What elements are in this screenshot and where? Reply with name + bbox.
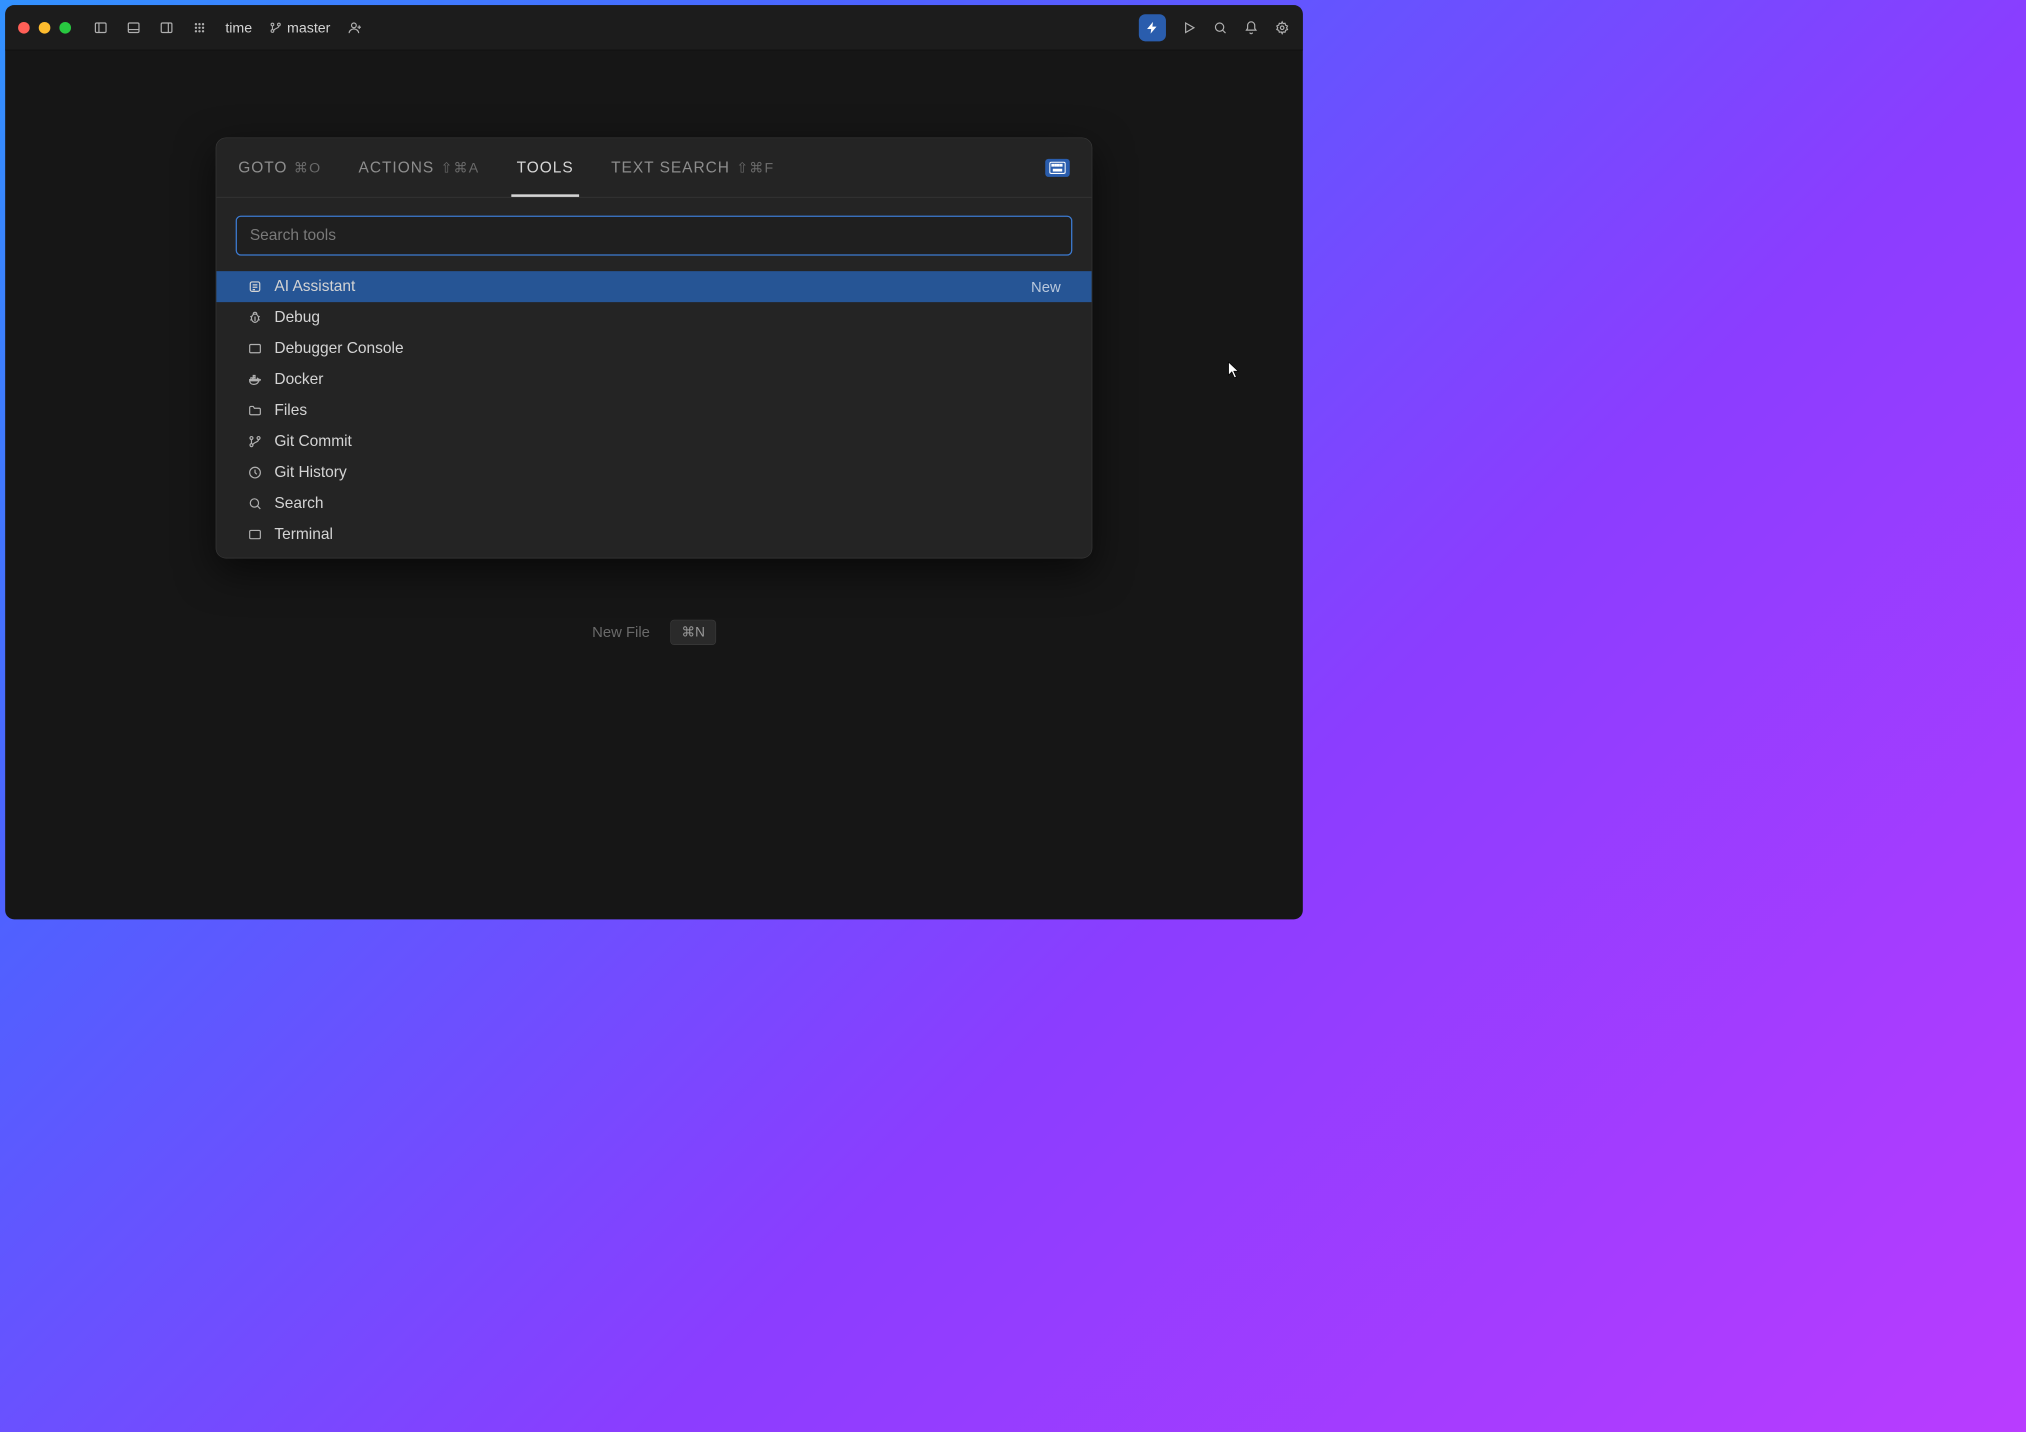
results-list: AI Assistant New Debug Debugger Console (216, 256, 1091, 558)
git-branch-icon (269, 21, 282, 34)
grid-menu-icon[interactable] (192, 20, 207, 35)
search-button-icon[interactable] (1212, 20, 1227, 35)
result-git-commit[interactable]: Git Commit (216, 426, 1091, 457)
tab-goto[interactable]: GOTO ⌘O (238, 138, 321, 197)
new-file-shortcut: ⌘N (671, 620, 716, 645)
settings-icon[interactable] (1274, 20, 1289, 35)
tab-text-search[interactable]: TEXT SEARCH ⇧⌘F (611, 138, 774, 197)
notifications-icon[interactable] (1243, 20, 1258, 35)
result-search[interactable]: Search (216, 488, 1091, 519)
result-label: Git Commit (274, 433, 351, 451)
keyboard-shortcuts-icon[interactable] (1045, 158, 1070, 176)
tab-actions[interactable]: ACTIONS ⇧⌘A (359, 138, 480, 197)
main-content: New File ⌘N GOTO ⌘O ACTIONS ⇧⌘A TOOLS TE… (5, 50, 1303, 919)
result-label: Search (274, 495, 323, 513)
run-button-icon[interactable] (1181, 20, 1196, 35)
close-window-button[interactable] (18, 22, 30, 34)
search-icon (247, 496, 262, 511)
folder-icon (247, 403, 262, 418)
result-label: Terminal (274, 526, 333, 544)
tab-shortcut: ⇧⌘A (441, 159, 479, 176)
panel-toggles (93, 20, 207, 35)
tab-shortcut: ⌘O (294, 159, 321, 176)
tab-tools[interactable]: TOOLS (517, 138, 574, 197)
new-file-label: New File (592, 624, 650, 641)
new-file-hint: New File ⌘N (592, 620, 716, 645)
ai-assistant-button[interactable] (1139, 14, 1166, 41)
docker-icon (247, 372, 262, 387)
result-docker[interactable]: Docker (216, 364, 1091, 395)
branch-selector[interactable]: master (269, 19, 330, 36)
console-icon (247, 341, 262, 356)
titlebar: time master (5, 5, 1303, 50)
lightning-icon (1145, 20, 1159, 34)
result-ai-assistant[interactable]: AI Assistant New (216, 271, 1091, 302)
result-terminal[interactable]: Terminal (216, 519, 1091, 550)
traffic-lights (18, 22, 71, 34)
project-name[interactable]: time (225, 19, 252, 36)
result-git-history[interactable]: Git History (216, 457, 1091, 488)
maximize-window-button[interactable] (59, 22, 71, 34)
bottom-panel-toggle-icon[interactable] (126, 20, 141, 35)
left-panel-toggle-icon[interactable] (93, 20, 108, 35)
ai-icon (247, 279, 262, 294)
result-label: Docker (274, 371, 323, 389)
result-label: Git History (274, 464, 346, 482)
result-label: Files (274, 402, 307, 420)
branch-name: master (287, 19, 330, 36)
tab-shortcut: ⇧⌘F (736, 159, 774, 176)
add-collaborator-icon[interactable] (347, 20, 362, 35)
minimize-window-button[interactable] (39, 22, 51, 34)
search-input[interactable] (236, 216, 1073, 256)
tab-label: ACTIONS (359, 158, 435, 176)
result-label: Debug (274, 309, 320, 327)
result-debug[interactable]: Debug (216, 302, 1091, 333)
mouse-cursor (1228, 362, 1241, 380)
toolbar-right (1139, 14, 1290, 41)
tab-label: TEXT SEARCH (611, 158, 730, 176)
tab-label: TOOLS (517, 158, 574, 176)
result-label: Debugger Console (274, 340, 403, 358)
result-debugger-console[interactable]: Debugger Console (216, 333, 1091, 364)
palette-tabs: GOTO ⌘O ACTIONS ⇧⌘A TOOLS TEXT SEARCH ⇧⌘… (216, 138, 1091, 197)
project-info: time master (225, 19, 362, 36)
app-window: time master (5, 5, 1303, 919)
terminal-icon (247, 527, 262, 542)
history-icon (247, 465, 262, 480)
result-files[interactable]: Files (216, 395, 1091, 426)
git-commit-icon (247, 434, 262, 449)
result-label: AI Assistant (274, 278, 355, 296)
tab-label: GOTO (238, 158, 287, 176)
command-palette: GOTO ⌘O ACTIONS ⇧⌘A TOOLS TEXT SEARCH ⇧⌘… (216, 138, 1093, 559)
debug-icon (247, 310, 262, 325)
right-panel-toggle-icon[interactable] (159, 20, 174, 35)
result-badge: New (1031, 278, 1061, 295)
search-container (216, 198, 1091, 256)
